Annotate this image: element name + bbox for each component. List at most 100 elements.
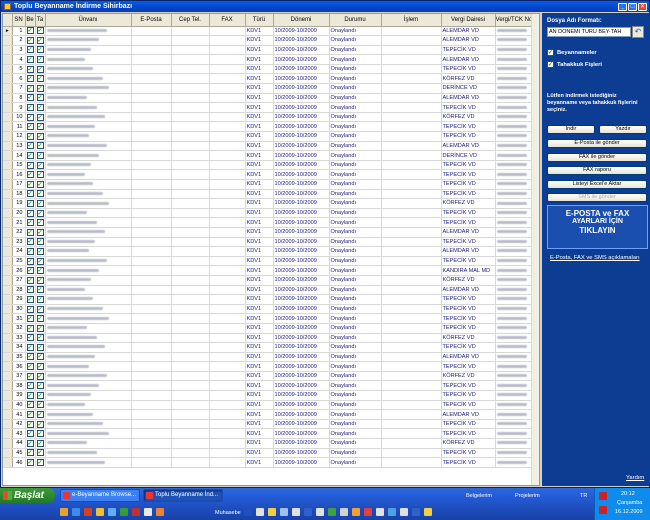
row-selector[interactable] [3, 131, 13, 142]
eposta-cell[interactable] [131, 275, 172, 286]
start-button[interactable]: Başlat [0, 488, 55, 503]
fax-cell[interactable] [209, 217, 246, 228]
tahakkuk-check[interactable]: ✓ [35, 73, 46, 85]
tahakkuk-check[interactable]: ✓ [35, 198, 46, 209]
toolbar-icon[interactable] [316, 508, 324, 516]
beyanname-check[interactable]: ✓ [25, 208, 36, 219]
fax-cell[interactable] [209, 285, 246, 296]
eposta-cell[interactable] [131, 409, 172, 420]
fax-cell[interactable] [209, 169, 246, 180]
beyannameler-checkbox[interactable]: ✓ Beyannameler [547, 49, 597, 56]
toolbar-icon[interactable] [412, 508, 420, 516]
ceptel-cell[interactable] [171, 265, 210, 276]
beyanname-check[interactable]: ✓ [25, 352, 36, 363]
row-selector[interactable] [3, 83, 13, 94]
ceptel-cell[interactable] [171, 428, 210, 440]
beyanname-check[interactable]: ✓ [25, 390, 36, 401]
fax-cell[interactable] [209, 457, 246, 468]
eposta-cell[interactable] [131, 352, 172, 363]
quicklaunch-icon[interactable] [120, 508, 128, 516]
tahakkuk-check[interactable]: ✓ [35, 64, 46, 75]
ceptel-cell[interactable] [171, 102, 210, 113]
table-row[interactable]: 43 ✓ ✓ KDV1 10/2009-10/2009 Onaylandı TEPECİK … [3, 428, 534, 440]
row-selector[interactable]: ▸ [3, 26, 13, 37]
vertical-scrollbar[interactable] [531, 14, 539, 485]
table-row[interactable]: 8 ✓ ✓ KDV1 10/2009-10/2009 Onaylandı ALEMDAR V… [3, 93, 534, 104]
column-header[interactable]: Ta [35, 14, 46, 27]
fax-cell[interactable] [209, 26, 246, 37]
ceptel-cell[interactable] [171, 93, 210, 104]
column-header[interactable]: FAX [209, 14, 246, 27]
ceptel-cell[interactable] [171, 380, 210, 392]
eposta-cell[interactable] [131, 54, 172, 65]
tahakkuk-check[interactable]: ✓ [35, 419, 46, 430]
table-row[interactable]: 37 ✓ ✓ KDV1 10/2009-10/2009 Onaylandı KÖRFEZ V… [3, 371, 534, 382]
beyanname-check[interactable]: ✓ [25, 361, 36, 372]
fax-cell[interactable] [209, 323, 246, 334]
row-selector[interactable] [3, 189, 13, 200]
projelerim-link[interactable]: Projelerim [515, 493, 540, 499]
beyanname-check[interactable]: ✓ [25, 131, 36, 142]
table-row[interactable]: 27 ✓ ✓ KDV1 10/2009-10/2009 Onaylandı KÖRFEZ V… [3, 275, 534, 286]
eposta-cell[interactable] [131, 189, 172, 200]
fax-cell[interactable] [209, 35, 246, 46]
table-row[interactable]: 23 ✓ ✓ KDV1 10/2009-10/2009 Onaylandı TEPECİK … [3, 237, 534, 248]
table-row[interactable]: 46 ✓ ✓ KDV1 10/2009-10/2009 Onaylandı TEPECİK … [3, 457, 534, 468]
eposta-cell[interactable] [131, 428, 172, 440]
table-row[interactable]: 39 ✓ ✓ KDV1 10/2009-10/2009 Onaylandı TEPECİK … [3, 390, 534, 401]
column-header[interactable]: Cep Tel. [171, 14, 210, 27]
eposta-cell[interactable] [131, 112, 172, 123]
column-header[interactable]: Vergi/TCK No [495, 14, 534, 27]
tahakkuk-check[interactable]: ✓ [35, 304, 46, 315]
fax-cell[interactable] [209, 333, 246, 344]
quicklaunch-icon[interactable] [60, 508, 68, 516]
table-row[interactable]: 28 ✓ ✓ KDV1 10/2009-10/2009 Onaylandı ALEMDAR … [3, 285, 534, 296]
table-row[interactable]: 14 ✓ ✓ KDV1 10/2009-10/2009 Onaylandı DERİNCE … [3, 150, 534, 161]
indir-button[interactable]: İndir [547, 125, 595, 134]
row-selector[interactable] [3, 35, 13, 46]
tahakkuk-check[interactable]: ✓ [35, 83, 46, 94]
row-selector[interactable] [3, 448, 13, 459]
table-row[interactable]: 16 ✓ ✓ KDV1 10/2009-10/2009 Onaylandı TEPECİK … [3, 169, 534, 180]
beyanname-check[interactable]: ✓ [25, 457, 36, 468]
fax-cell[interactable] [209, 352, 246, 363]
table-row[interactable]: 26 ✓ ✓ KDV1 10/2009-10/2009 Onaylandı KANDIRA … [3, 265, 534, 276]
tahakkuk-check[interactable]: ✓ [35, 409, 46, 420]
eposta-cell[interactable] [131, 265, 172, 276]
ceptel-cell[interactable] [171, 313, 210, 324]
eposta-cell[interactable] [131, 294, 172, 305]
tahakkuk-check[interactable]: ✓ [35, 208, 46, 219]
fax-cell[interactable] [209, 246, 246, 257]
beyanname-check[interactable]: ✓ [25, 102, 36, 113]
settings-banner[interactable]: E-POSTA ve FAX AYARLARI İÇİN TIKLAYIN [547, 205, 648, 249]
declaration-grid[interactable]: SN Be Ta Ünvanı E-Posta Cep Tel. FAX Türü Dönemi… [2, 13, 540, 486]
row-selector[interactable] [3, 371, 13, 382]
fax-cell[interactable] [209, 380, 246, 392]
eposta-cell[interactable] [131, 83, 172, 94]
beyanname-check[interactable]: ✓ [25, 342, 36, 353]
table-row[interactable]: 10 ✓ ✓ KDV1 10/2009-10/2009 Onaylandı KÖRFEZ V… [3, 112, 534, 123]
table-row[interactable]: 29 ✓ ✓ KDV1 10/2009-10/2009 Onaylandı TEPECİK … [3, 294, 534, 305]
ceptel-cell[interactable] [171, 246, 210, 257]
eposta-cell[interactable] [131, 333, 172, 344]
beyanname-check[interactable]: ✓ [25, 83, 36, 94]
fax-cell[interactable] [209, 313, 246, 324]
beyanname-check[interactable]: ✓ [25, 227, 36, 238]
beyanname-check[interactable]: ✓ [25, 294, 36, 305]
table-row[interactable]: 9 ✓ ✓ KDV1 10/2009-10/2009 Onaylandı TEPECİK V… [3, 102, 534, 113]
beyanname-check[interactable]: ✓ [25, 419, 36, 430]
tahakkuk-checkbox[interactable]: ✓ Tahakkuk Fişleri [547, 61, 602, 68]
tahakkuk-check[interactable]: ✓ [35, 141, 46, 152]
table-row[interactable]: 36 ✓ ✓ KDV1 10/2009-10/2009 Onaylandı TEPECİK … [3, 361, 534, 372]
table-row[interactable]: 30 ✓ ✓ KDV1 10/2009-10/2009 Onaylandı TEPECİK … [3, 304, 534, 315]
table-row[interactable]: 4 ✓ ✓ KDV1 10/2009-10/2009 Onaylandı ALEMDAR V… [3, 54, 534, 65]
tahakkuk-check[interactable]: ✓ [35, 428, 46, 440]
row-selector[interactable] [3, 198, 13, 209]
ceptel-cell[interactable] [171, 294, 210, 305]
column-header[interactable]: Türü [245, 14, 274, 27]
beyanname-check[interactable]: ✓ [25, 304, 36, 315]
eposta-cell[interactable] [131, 371, 172, 382]
tahakkuk-check[interactable]: ✓ [35, 448, 46, 459]
row-selector[interactable] [3, 265, 13, 276]
row-selector[interactable] [3, 141, 13, 152]
